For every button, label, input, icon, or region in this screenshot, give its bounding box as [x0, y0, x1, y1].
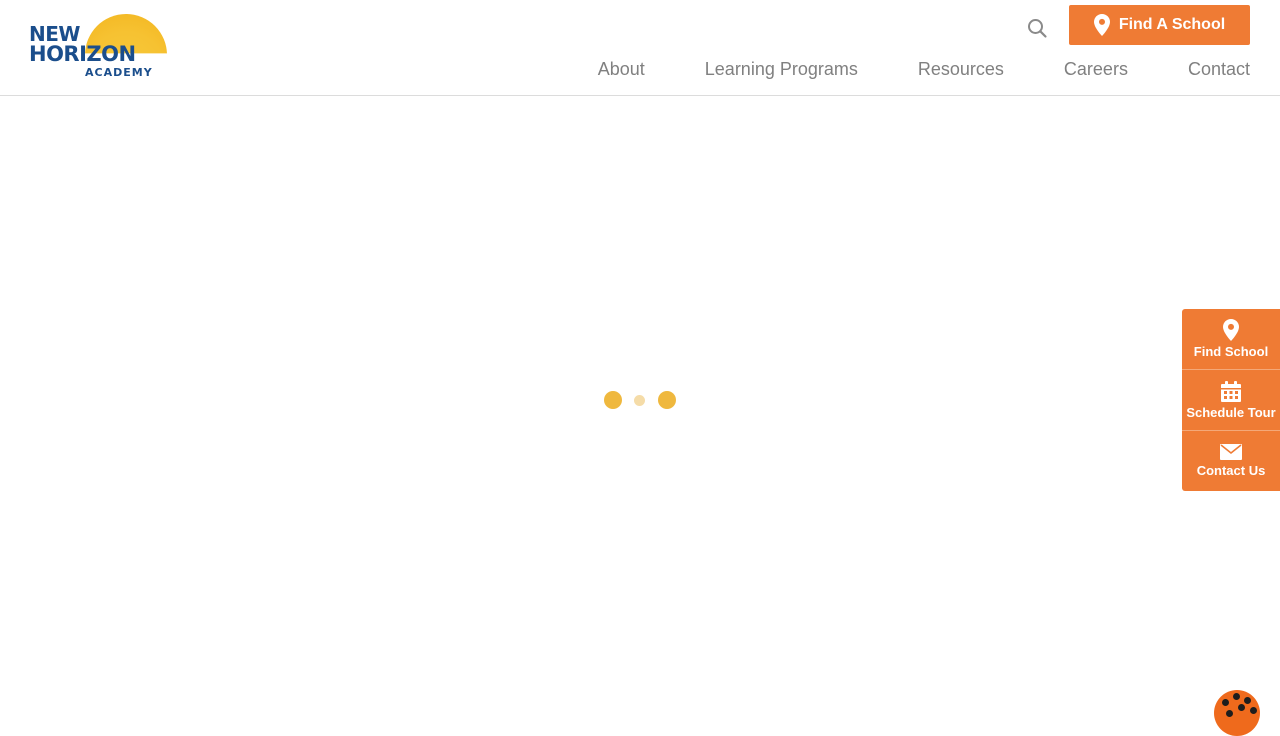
- map-pin-icon: [1093, 14, 1110, 36]
- logo-text-new: NEW: [29, 22, 80, 46]
- side-contact-us-label: Contact Us: [1196, 463, 1266, 478]
- side-find-school-label: Find School: [1193, 344, 1269, 359]
- logo-text-academy: ACADEMY: [85, 66, 153, 79]
- search-icon: [1028, 19, 1047, 38]
- map-pin-icon: [1223, 319, 1239, 341]
- side-action-widget: Find School Schedule Tour Contact Us: [1182, 309, 1280, 491]
- cookie-settings-button[interactable]: [1214, 690, 1260, 736]
- side-find-school-button[interactable]: Find School: [1182, 309, 1280, 370]
- loading-indicator: [604, 391, 676, 409]
- loading-dot: [634, 395, 645, 406]
- nav-item-about[interactable]: About: [598, 58, 645, 80]
- nav-item-learning-programs[interactable]: Learning Programs: [705, 58, 858, 80]
- main-nav: About Learning Programs Resources Career…: [598, 58, 1250, 80]
- side-contact-us-button[interactable]: Contact Us: [1182, 431, 1280, 491]
- find-a-school-label: Find A School: [1118, 16, 1226, 33]
- side-schedule-tour-label: Schedule Tour: [1186, 404, 1276, 420]
- loading-dot: [658, 391, 676, 409]
- nav-item-resources[interactable]: Resources: [918, 58, 1004, 80]
- nav-item-contact[interactable]: Contact: [1188, 58, 1250, 80]
- side-schedule-tour-button[interactable]: Schedule Tour: [1182, 370, 1280, 431]
- search-button[interactable]: [1026, 17, 1048, 39]
- nav-item-careers[interactable]: Careers: [1064, 58, 1128, 80]
- calendar-icon: [1221, 380, 1241, 402]
- logo-text-horizon: HORIZON: [29, 42, 136, 66]
- new-horizon-academy-logo[interactable]: NEW HORIZON ACADEMY: [28, 12, 168, 82]
- envelope-icon: [1220, 444, 1242, 460]
- loading-dot: [604, 391, 622, 409]
- site-header: NEW HORIZON ACADEMY Find A School About …: [0, 0, 1280, 96]
- find-a-school-button[interactable]: Find A School: [1069, 5, 1250, 45]
